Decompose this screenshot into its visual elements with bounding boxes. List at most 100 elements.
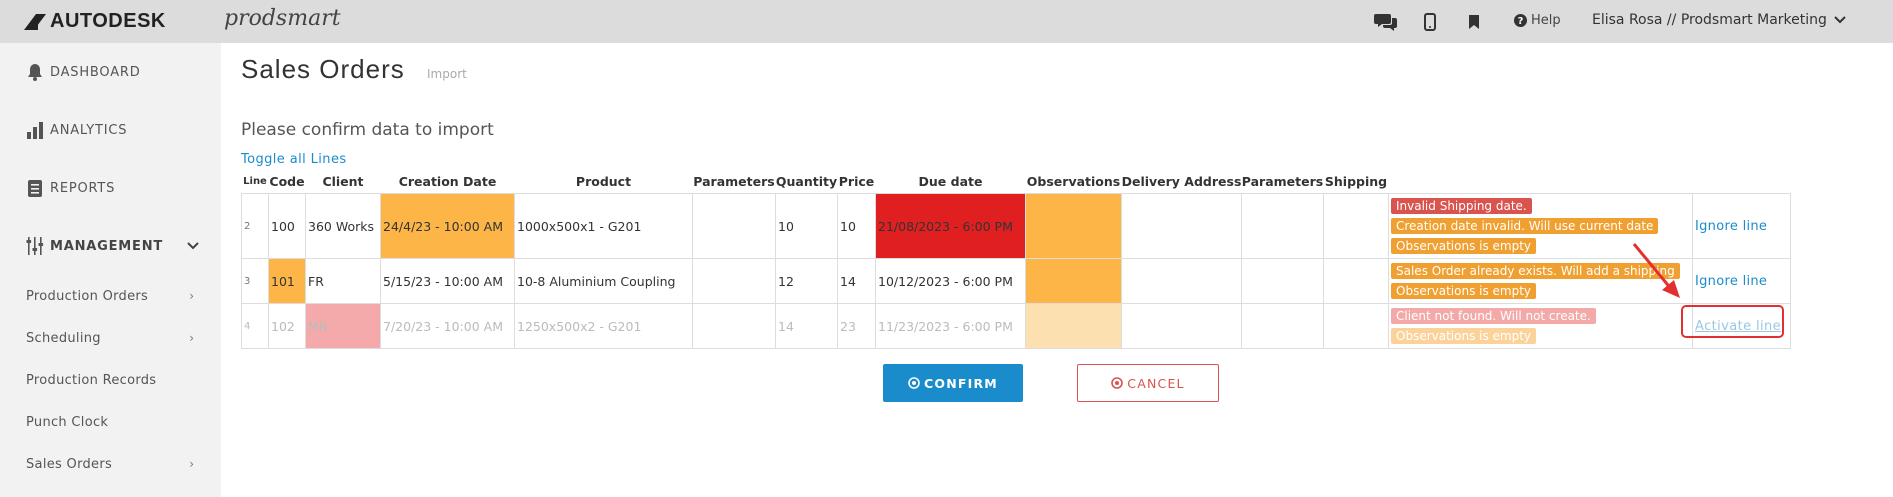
cell-shipping (1323, 303, 1389, 349)
cell-messages: Client not found. Will not create. Obser… (1388, 303, 1693, 349)
chevron-down-icon (187, 242, 199, 250)
page-title: Sales Orders (241, 54, 405, 84)
annotation-arrow-icon (1632, 243, 1680, 298)
table-row: 2 100 360 Works 24/4/23 - 10:00 AM 1000x… (241, 193, 1791, 259)
cell-parameters (692, 193, 776, 259)
circle-check-icon (908, 377, 920, 389)
circle-cancel-icon (1111, 377, 1124, 389)
sidebar-item-sales-orders[interactable]: Sales Orders › (0, 443, 221, 485)
warning-badge: Observations is empty (1391, 328, 1537, 344)
cell-delivery-address (1121, 258, 1242, 304)
cell-quantity: 10 (775, 193, 838, 259)
chat-button[interactable] (1374, 0, 1398, 43)
help-label: Help (1531, 13, 1561, 28)
column-header: Creation Date (398, 174, 497, 189)
cell-action: Ignore line (1692, 193, 1791, 259)
user-menu[interactable]: Elisa Rosa // Prodsmart Marketing (1592, 12, 1847, 28)
sidebar-item-punch-clock[interactable]: Punch Clock (0, 401, 221, 443)
cell-parameters (692, 303, 776, 349)
autodesk-mark-icon (24, 13, 46, 30)
bar-chart-icon (27, 122, 43, 139)
cell-product: 1250x500x2 - G201 (514, 303, 693, 349)
cancel-label: CANCEL (1127, 375, 1185, 391)
cell-parameters (692, 258, 776, 304)
sidebar-item-management[interactable]: MANAGEMENT (0, 217, 221, 275)
autodesk-logo[interactable]: AUTODESK (24, 10, 166, 33)
cell-due-date: 21/08/2023 - 6:00 PM (875, 193, 1026, 259)
warning-badge: Observations is empty (1391, 238, 1537, 254)
bell-icon (28, 64, 42, 81)
column-header: Product (575, 174, 632, 189)
column-header-messages (1389, 170, 1693, 194)
cell-parameters-2 (1241, 193, 1324, 259)
cell-code: 101 (268, 258, 306, 304)
mobile-button[interactable] (1424, 0, 1436, 43)
column-header: Delivery Address (1121, 174, 1242, 189)
mobile-icon (1424, 12, 1436, 31)
autodesk-wordmark: AUTODESK (50, 10, 166, 32)
cell-action: Ignore line (1692, 258, 1791, 304)
chevron-right-icon: › (189, 289, 194, 303)
error-badge: Client not found. Will not create. (1391, 308, 1596, 324)
confirm-heading: Please confirm data to import (241, 120, 494, 140)
column-header: Due date (918, 174, 983, 189)
cancel-button[interactable]: CANCEL (1077, 364, 1219, 402)
cell-price: 10 (837, 193, 876, 259)
sidebar: DASHBOARD ANALYTICS REPORTS MANAGEMENT P… (0, 43, 221, 497)
user-label: Elisa Rosa // Prodsmart Marketing (1592, 12, 1827, 28)
sidebar-item-scheduling[interactable]: Scheduling › (0, 317, 221, 359)
column-header: Line (243, 176, 267, 187)
column-header: Shipping (1324, 174, 1388, 189)
import-table: Line Code Client Creation Date Product P… (241, 170, 1791, 349)
error-badge: Invalid Shipping date. (1391, 198, 1532, 214)
cell-line: 2 (241, 193, 269, 259)
ignore-line-link[interactable]: Ignore line (1695, 274, 1767, 289)
column-header: Code (269, 174, 305, 189)
cell-quantity: 12 (775, 258, 838, 304)
sidebar-label-production-orders: Production Orders (26, 288, 149, 304)
question-icon: ? (1514, 14, 1527, 27)
confirm-button[interactable]: CONFIRM (883, 364, 1023, 402)
column-header: Client (322, 174, 364, 189)
toggle-all-lines-link[interactable]: Toggle all Lines (241, 152, 347, 167)
document-icon (28, 180, 42, 197)
cell-quantity: 14 (775, 303, 838, 349)
cell-observations (1025, 193, 1122, 259)
warning-badge: Creation date invalid. Will use current … (1391, 218, 1659, 234)
prodsmart-logo[interactable]: prodsmart (224, 6, 341, 31)
cell-observations (1025, 258, 1122, 304)
column-header: Observations (1026, 174, 1121, 189)
sidebar-item-reports[interactable]: REPORTS (0, 159, 221, 217)
cell-creation-date: 7/20/23 - 10:00 AM (380, 303, 515, 349)
page-subtitle: Import (427, 67, 467, 81)
sidebar-item-production-orders[interactable]: Production Orders › (0, 275, 221, 317)
cell-shipping (1323, 258, 1389, 304)
cell-creation-date: 24/4/23 - 10:00 AM (380, 193, 515, 259)
confirm-label: CONFIRM (924, 375, 998, 391)
sidebar-label-punch-clock: Punch Clock (26, 414, 109, 430)
chevron-right-icon: › (189, 457, 194, 471)
help-link[interactable]: ? Help (1514, 13, 1561, 28)
table-row: 3 101 FR 5/15/23 - 10:00 AM 10-8 Alumini… (241, 258, 1791, 304)
cell-price: 23 (837, 303, 876, 349)
bookmark-button[interactable] (1468, 0, 1480, 43)
cell-due-date: 10/12/2023 - 6:00 PM (875, 258, 1026, 304)
cell-client: MR (305, 303, 381, 349)
chat-icon (1374, 13, 1397, 31)
sidebar-item-analytics[interactable]: ANALYTICS (0, 101, 221, 159)
ignore-line-link[interactable]: Ignore line (1695, 219, 1767, 234)
cell-code: 100 (268, 193, 306, 259)
cell-delivery-address (1121, 193, 1242, 259)
sidebar-item-dashboard[interactable]: DASHBOARD (0, 43, 221, 101)
cell-client: FR (305, 258, 381, 304)
bookmark-icon (1469, 14, 1479, 29)
cell-shipping (1323, 193, 1389, 259)
sidebar-label-management: MANAGEMENT (50, 238, 164, 254)
table-row-disabled: 4 102 MR 7/20/23 - 10:00 AM 1250x500x2 -… (241, 303, 1791, 349)
cell-due-date: 11/23/2023 - 6:00 PM (875, 303, 1026, 349)
sidebar-item-production-records[interactable]: Production Records (0, 359, 221, 401)
sliders-icon (26, 237, 44, 255)
cell-creation-date: 5/15/23 - 10:00 AM (380, 258, 515, 304)
cell-product: 10-8 Aluminium Coupling (514, 258, 693, 304)
column-header: Parameters (693, 174, 775, 189)
